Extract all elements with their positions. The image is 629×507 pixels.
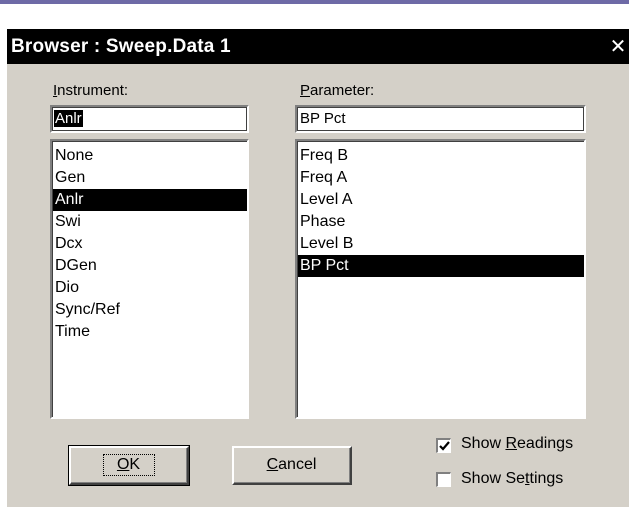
instrument-list-item[interactable]: Gen <box>53 167 247 189</box>
parameter-list-item[interactable]: Level A <box>298 189 584 211</box>
instrument-field[interactable]: Anlr <box>50 105 249 133</box>
parameter-list-item[interactable]: Freq B <box>298 145 584 167</box>
parameter-list-item[interactable]: Freq A <box>298 167 584 189</box>
show-readings-label[interactable]: Show Readings <box>461 435 573 453</box>
parameter-field[interactable]: BP Pct <box>295 105 586 133</box>
instrument-list-item[interactable]: DGen <box>53 255 247 277</box>
title-bar[interactable]: Browser : Sweep.Data 1 ✕ <box>7 29 629 64</box>
ok-button[interactable]: OK <box>68 445 190 486</box>
instrument-list-item[interactable]: Swi <box>53 211 247 233</box>
browser-dialog: Browser : Sweep.Data 1 ✕ Instrument: Anl… <box>6 28 629 507</box>
parameter-label: Parameter: <box>300 82 375 99</box>
instrument-listbox[interactable]: None Gen Anlr Swi Dcx DGen Dio Sync/Ref Time <box>50 139 249 419</box>
show-settings-checkbox[interactable] <box>436 472 451 487</box>
parameter-list-item[interactable]: Phase <box>298 211 584 233</box>
instrument-list-item[interactable]: Dio <box>53 277 247 299</box>
cancel-button[interactable]: Cancel <box>232 446 352 485</box>
show-settings-label[interactable]: Show Settings <box>461 470 563 488</box>
instrument-field-value: Anlr <box>54 110 83 127</box>
instrument-list-item[interactable]: Time <box>53 321 247 343</box>
parameter-list-item[interactable]: BP Pct <box>298 255 584 277</box>
instrument-list-item[interactable]: Anlr <box>53 189 247 211</box>
instrument-list-item[interactable]: None <box>53 145 247 167</box>
instrument-label: Instrument: <box>53 82 129 99</box>
close-icon: ✕ <box>609 34 627 58</box>
window-title: Browser : Sweep.Data 1 <box>11 36 231 57</box>
checkmark-icon <box>439 441 450 451</box>
parameter-field-value: BP Pct <box>300 110 346 127</box>
parameter-listbox[interactable]: Freq B Freq A Level A Phase Level B BP Pct <box>295 139 586 419</box>
focus-rectangle <box>103 454 155 476</box>
close-button[interactable]: ✕ <box>607 31 629 62</box>
top-accent-line <box>0 0 629 4</box>
parameter-list-item[interactable]: Level B <box>298 233 584 255</box>
instrument-list-item[interactable]: Sync/Ref <box>53 299 247 321</box>
show-readings-checkbox[interactable] <box>436 438 451 453</box>
instrument-list-item[interactable]: Dcx <box>53 233 247 255</box>
